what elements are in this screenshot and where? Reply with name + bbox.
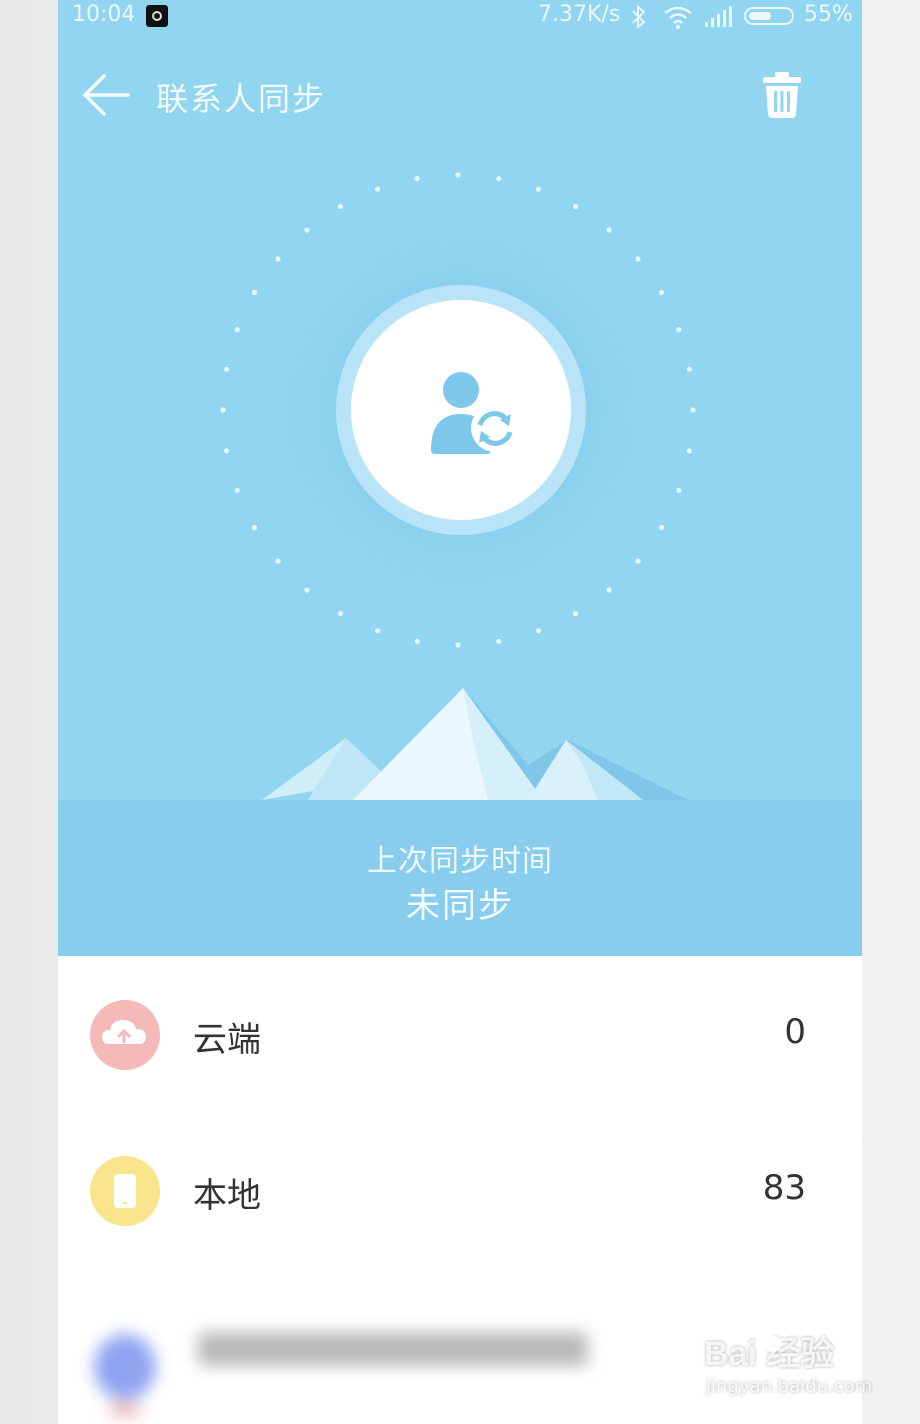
ring-dot	[496, 638, 502, 644]
signal-icon	[705, 6, 732, 27]
ring-dot	[304, 587, 310, 593]
ring-dot	[606, 587, 612, 593]
list-item-cloud[interactable]: 云端 0	[58, 956, 862, 1112]
ring-dot	[635, 558, 641, 564]
ring-dot	[676, 487, 682, 493]
ring-dot	[275, 256, 281, 262]
ring-dot	[658, 289, 665, 296]
ring-dot	[496, 176, 502, 182]
blurred-avatar	[94, 1334, 156, 1400]
ring-dot	[635, 256, 641, 262]
list-item-label: 本地	[193, 1176, 261, 1216]
ring-dot	[676, 327, 682, 333]
app-bar: 联系人同步	[58, 50, 862, 140]
network-speed: 7.37K/s	[538, 2, 621, 27]
status-time: 10:04	[72, 2, 136, 27]
ring-dot	[414, 638, 420, 644]
ring-dot	[375, 186, 381, 192]
ring-dot	[337, 203, 344, 210]
list-item-count: 0	[784, 1012, 806, 1052]
ring-dot	[606, 227, 612, 233]
arrow-left-icon[interactable]	[80, 72, 130, 118]
wifi-icon	[664, 6, 692, 29]
ring-dot	[234, 327, 240, 333]
phone-icon	[90, 1156, 160, 1226]
blurred-indicator	[110, 1406, 140, 1414]
cloud-upload-icon	[90, 1000, 160, 1070]
paw-logo-icon	[757, 1322, 789, 1352]
ring-dot	[224, 366, 230, 372]
ring-dot	[658, 524, 665, 531]
last-sync-label: 上次同步时间	[367, 844, 553, 879]
ring-dot	[690, 407, 696, 413]
list-item-count: 83	[762, 1168, 806, 1208]
trash-icon[interactable]	[758, 70, 806, 120]
ring-dot	[455, 172, 461, 178]
bluetooth-icon	[632, 4, 646, 30]
ring-dot	[686, 448, 692, 454]
ring-dot	[414, 176, 420, 182]
battery-percent: 55%	[804, 2, 853, 27]
ring-dot	[686, 366, 692, 372]
page-title: 联系人同步	[156, 80, 327, 118]
blurred-text	[198, 1332, 588, 1366]
ring-dot	[535, 628, 541, 634]
sync-button[interactable]	[336, 285, 586, 535]
status-bar: 10:04 7.37K/s 55%	[58, 0, 862, 34]
ring-dot	[275, 558, 281, 564]
ring-dot	[220, 407, 226, 413]
ring-dot	[251, 289, 258, 296]
mountain-illustration	[262, 688, 688, 800]
ring-dot	[572, 610, 579, 617]
notification-app-icon	[146, 5, 168, 27]
last-sync-value: 未同步	[406, 886, 514, 926]
list-item-local[interactable]: 本地 83	[58, 1112, 862, 1268]
ring-dot	[234, 487, 240, 493]
ring-dot	[224, 448, 230, 454]
contact-sync-icon	[431, 372, 519, 454]
ring-dot	[304, 227, 310, 233]
ring-dot	[375, 628, 381, 634]
ring-dot	[337, 610, 344, 617]
sync-hero: 10:04 7.37K/s 55% 联系人同步 上次同步时间 未同步	[58, 0, 862, 956]
list-item-label: 云端	[193, 1020, 261, 1060]
ring-dot	[455, 642, 461, 648]
battery-level	[749, 12, 771, 20]
sync-button-face	[351, 300, 571, 520]
ring-dot	[535, 186, 541, 192]
battery-icon	[744, 7, 794, 25]
phone-screen: 10:04 7.37K/s 55% 联系人同步 上次同步时间 未同步 云端 0 …	[58, 0, 862, 1424]
ring-dot	[572, 203, 579, 210]
watermark-url: jingyan.baidu.com	[706, 1376, 873, 1397]
ring-dot	[251, 524, 258, 531]
baidu-watermark: Bai 经验 jingyan.baidu.com	[700, 1318, 900, 1408]
